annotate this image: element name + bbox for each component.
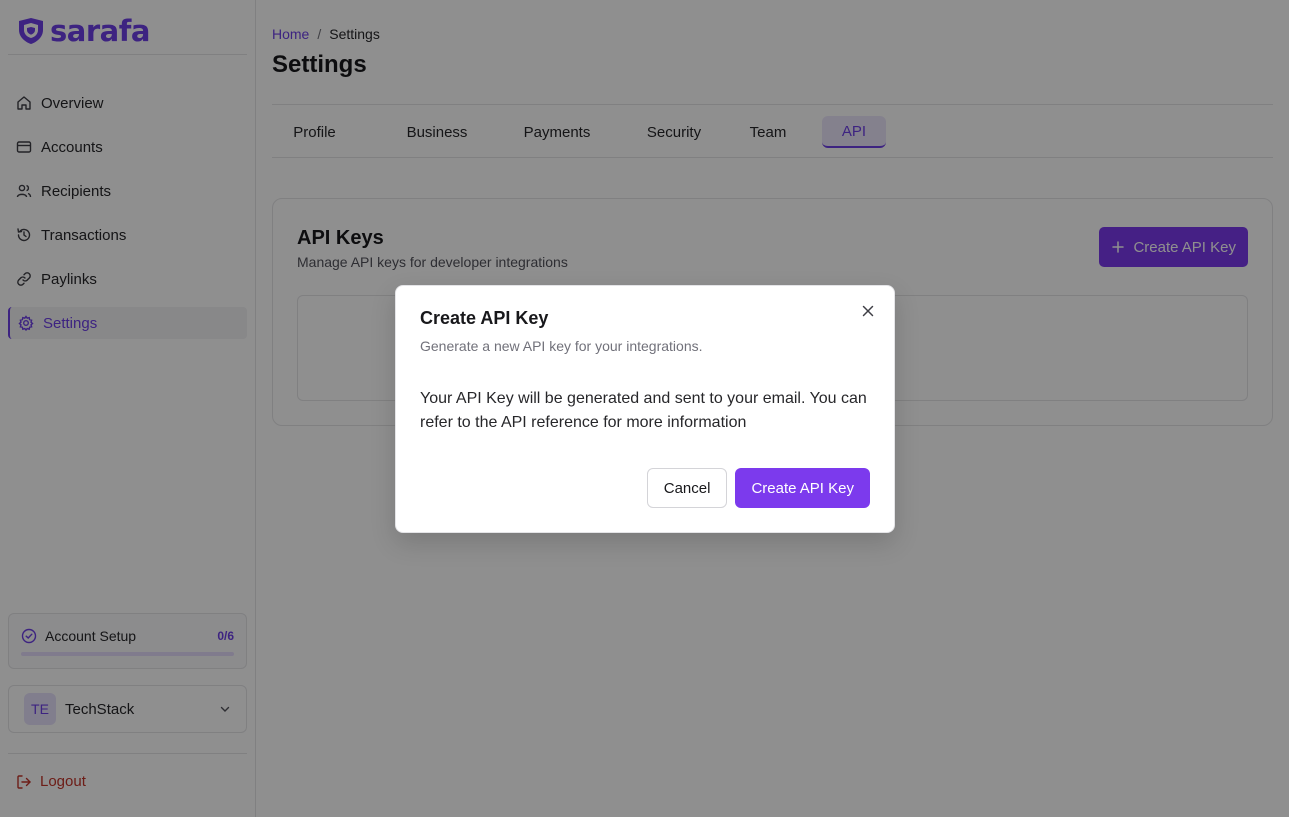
cancel-button[interactable]: Cancel [646,468,728,508]
close-button[interactable] [860,303,876,319]
dialog-actions: Cancel Create API Key [646,468,870,508]
dialog-description: Generate a new API key for your integrat… [420,338,703,354]
close-icon [862,305,874,317]
dialog-body: Your API Key will be generated and sent … [420,390,867,431]
confirm-create-api-key-button[interactable]: Create API Key [735,468,870,508]
create-api-key-dialog: Create API Key Generate a new API key fo… [395,285,895,533]
dialog-title: Create API Key [420,308,549,328]
